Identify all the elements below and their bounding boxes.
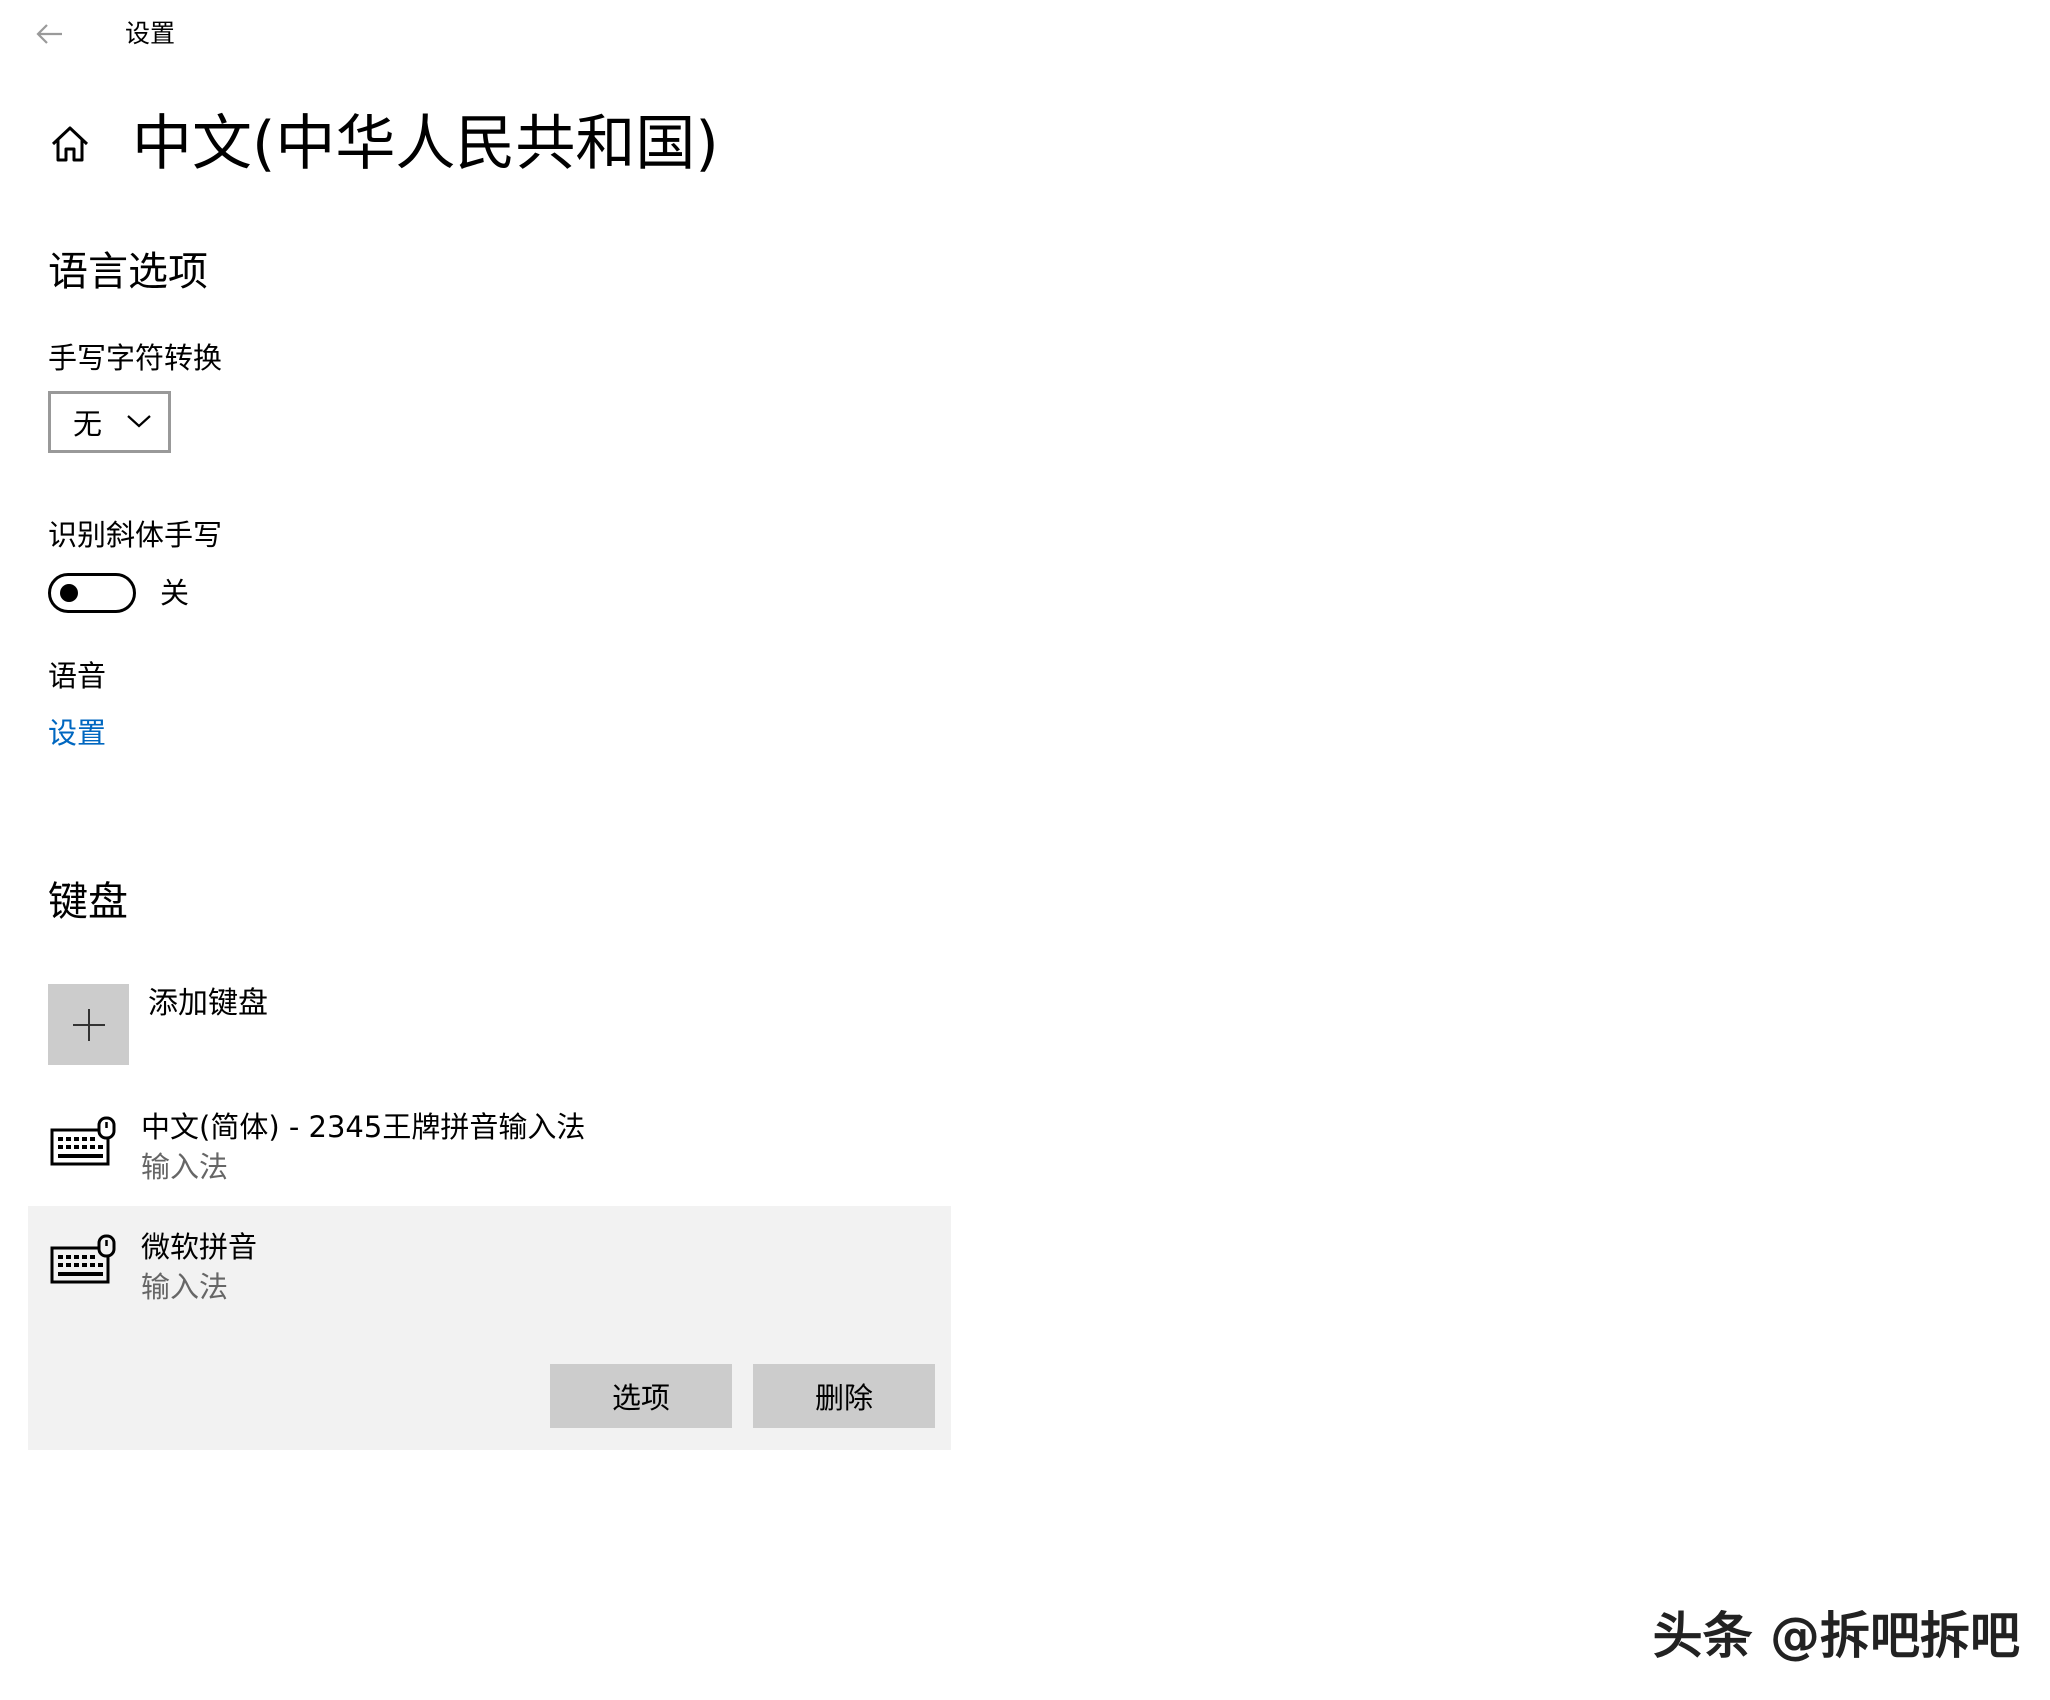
italic-handwriting-label: 识别斜体手写 xyxy=(48,518,223,552)
keyboard-item-name: 中文(简体) - 2345王牌拼音输入法 xyxy=(141,1110,586,1144)
toggle-state-text: 关 xyxy=(160,576,190,610)
keyboard-item-name: 微软拼音 xyxy=(141,1230,258,1264)
handwriting-conversion-dropdown[interactable]: 无 xyxy=(48,391,171,453)
back-button[interactable] xyxy=(30,14,70,54)
dropdown-selected-value: 无 xyxy=(73,407,103,441)
chevron-down-icon xyxy=(127,415,151,428)
keyboard-list-item-selected[interactable]: 微软拼音 输入法 选项 删除 xyxy=(28,1206,951,1450)
watermark: 头条 @拆吧拆吧 xyxy=(1652,1607,2020,1665)
handwriting-conversion-label: 手写字符转换 xyxy=(48,341,223,375)
options-button[interactable]: 选项 xyxy=(550,1364,732,1428)
back-arrow-icon xyxy=(36,24,62,44)
keyboard-heading: 键盘 xyxy=(48,879,128,925)
keyboard-list-item[interactable]: 中文(简体) - 2345王牌拼音输入法 输入法 xyxy=(28,1096,951,1206)
keyboard-item-subtitle: 输入法 xyxy=(141,1150,229,1184)
plus-icon xyxy=(72,1008,105,1041)
italic-handwriting-toggle[interactable] xyxy=(48,573,136,613)
keyboard-item-subtitle: 输入法 xyxy=(141,1270,229,1304)
keyboard-icon xyxy=(50,1234,116,1284)
page-title: 中文(中华人民共和国) xyxy=(132,109,719,179)
home-button[interactable] xyxy=(44,118,96,170)
speech-settings-link[interactable]: 设置 xyxy=(48,714,106,752)
add-keyboard-label[interactable]: 添加键盘 xyxy=(148,984,268,1024)
language-options-heading: 语言选项 xyxy=(48,249,208,295)
keyboard-icon xyxy=(50,1116,116,1166)
toggle-knob xyxy=(60,584,78,602)
add-keyboard-button[interactable] xyxy=(48,984,129,1065)
home-icon xyxy=(51,126,89,162)
app-title: 设置 xyxy=(125,19,176,48)
remove-button[interactable]: 删除 xyxy=(753,1364,935,1428)
speech-label: 语音 xyxy=(48,659,107,693)
